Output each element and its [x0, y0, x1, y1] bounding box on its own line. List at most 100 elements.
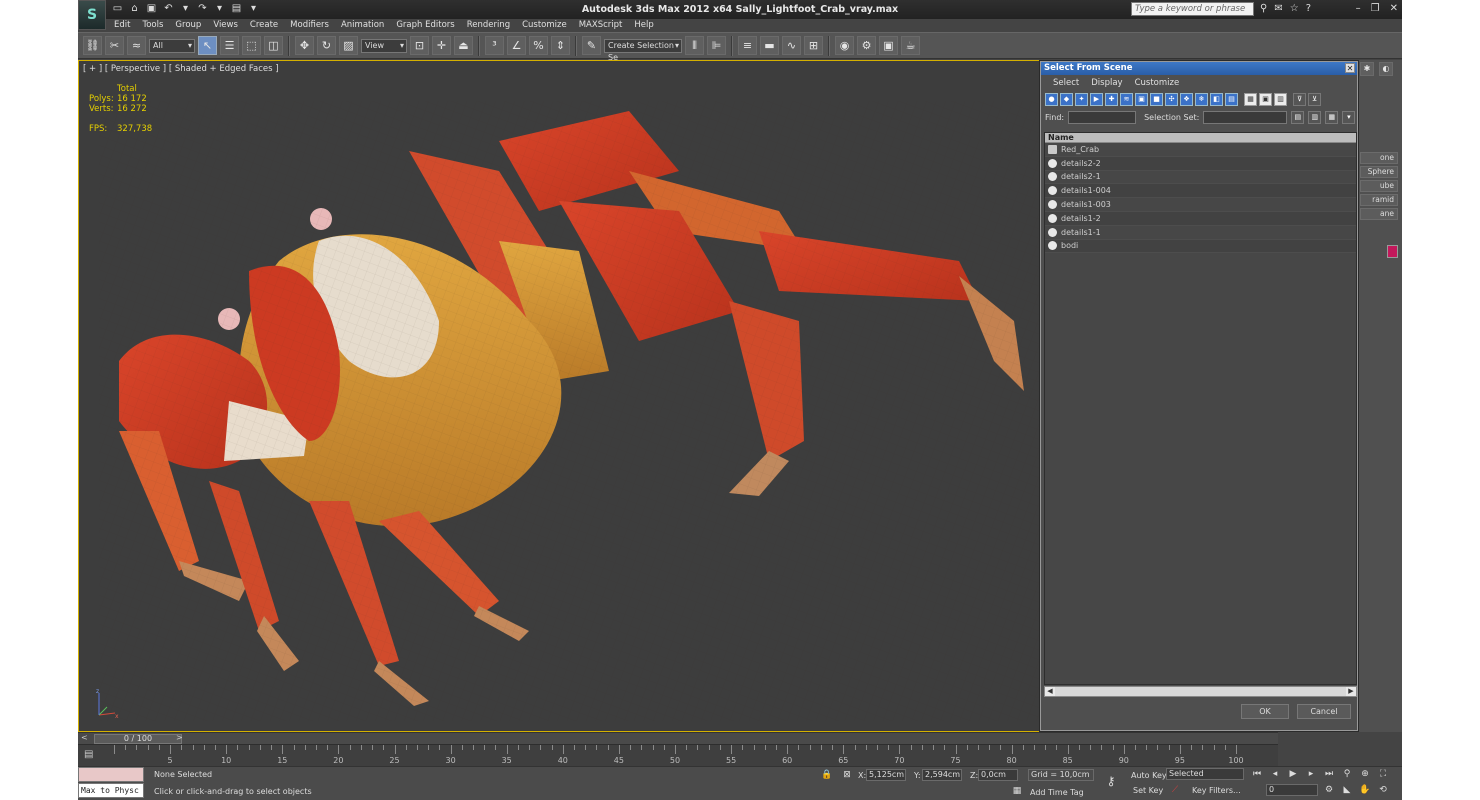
create-cone-button[interactable]: one — [1360, 152, 1398, 164]
column-header-name[interactable]: Name — [1045, 133, 1356, 143]
display-space-warps-icon[interactable]: ≋ — [1120, 93, 1133, 106]
undo-icon[interactable]: ↶ — [163, 3, 174, 14]
display-none-icon[interactable]: ▦ — [1244, 93, 1257, 106]
display-frozen-icon[interactable]: ❄ — [1195, 93, 1208, 106]
binoculars-icon[interactable]: ⚲ — [1260, 3, 1267, 14]
list-item[interactable]: details1-004 — [1045, 184, 1356, 199]
create-tube-button[interactable]: ube — [1360, 180, 1398, 192]
display-groups-icon[interactable]: ▣ — [1135, 93, 1148, 106]
display-xrefs-icon[interactable]: ■ — [1150, 93, 1163, 106]
next-frame-icon[interactable]: ▸ — [1304, 768, 1318, 780]
filter-icon[interactable]: ⊽ — [1293, 93, 1306, 106]
selection-set-select[interactable] — [1203, 110, 1288, 124]
menu-animation[interactable]: Animation — [335, 19, 390, 32]
time-slider-next-icon[interactable]: > — [176, 733, 183, 742]
minimize-icon[interactable]: – — [1356, 3, 1361, 14]
pivot-center-icon[interactable]: ⊡ — [410, 36, 429, 55]
rendered-frame-window-icon[interactable]: ▣ — [879, 36, 898, 55]
selection-lock-icon[interactable]: 🔒 — [820, 769, 834, 781]
align-icon[interactable]: ⊫ — [707, 36, 726, 55]
auto-key-button[interactable]: Auto Key — [1131, 771, 1167, 780]
time-slider-thumb[interactable]: 0 / 100 — [94, 734, 182, 744]
set-key-icon[interactable]: ⚷ — [1104, 775, 1118, 787]
app-logo-button[interactable]: S — [78, 0, 106, 30]
ok-button[interactable]: OK — [1241, 704, 1289, 719]
modify-tab-icon[interactable]: ◐ — [1379, 62, 1393, 76]
curve-editor-icon[interactable]: ∿ — [782, 36, 801, 55]
list-item[interactable]: details1-003 — [1045, 198, 1356, 212]
bind-space-warp-icon[interactable]: ≈ — [127, 36, 146, 55]
open-file-icon[interactable]: ⌂ — [129, 3, 140, 14]
menu-tools[interactable]: Tools — [136, 19, 169, 32]
dialog-menu-customize[interactable]: Customize — [1131, 78, 1184, 88]
search-input[interactable]: Type a keyword or phrase — [1131, 2, 1254, 16]
display-bones-icon[interactable]: ✣ — [1165, 93, 1178, 106]
play-icon[interactable]: ▶ — [1286, 768, 1300, 780]
redo-icon[interactable]: ↷ — [197, 3, 208, 14]
select-and-manipulate-icon[interactable]: ✛ — [432, 36, 451, 55]
track-bar-menu-icon[interactable]: ▤ — [84, 749, 98, 761]
advanced-filter-icon[interactable]: ⊻ — [1308, 93, 1321, 106]
selection-set-add-icon[interactable]: ▤ — [1291, 110, 1305, 124]
redo-dropdown-icon[interactable]: ▾ — [214, 3, 225, 14]
menu-create[interactable]: Create — [244, 19, 284, 32]
list-item[interactable]: details2-1 — [1045, 171, 1356, 185]
display-all-icon[interactable]: ▤ — [1225, 93, 1238, 106]
select-object-icon[interactable]: ↖ — [198, 36, 217, 55]
customize-quick-access-icon[interactable]: ▾ — [248, 3, 259, 14]
go-to-end-icon[interactable]: ⏭ — [1322, 768, 1336, 780]
x-coordinate-field[interactable]: 5,125cm — [866, 769, 906, 781]
add-time-tag-button[interactable]: Add Time Tag — [1030, 788, 1084, 797]
dialog-options-icon[interactable]: ▾ — [1342, 110, 1356, 124]
angle-snap-icon[interactable]: ∠ — [507, 36, 526, 55]
unlink-icon[interactable]: ✂ — [105, 36, 124, 55]
scale-icon[interactable]: ▨ — [339, 36, 358, 55]
snaps-toggle-icon[interactable]: ³ — [485, 36, 504, 55]
set-key-button[interactable]: Set Key — [1133, 786, 1163, 795]
rotate-icon[interactable]: ↻ — [317, 36, 336, 55]
pan-view-icon[interactable]: ✋ — [1358, 784, 1372, 796]
display-cameras-icon[interactable]: ▶ — [1090, 93, 1103, 106]
menu-help[interactable]: Help — [628, 19, 659, 32]
perspective-viewport[interactable]: [ + ] [ Perspective ] [ Shaded + Edged F… — [78, 60, 1040, 732]
previous-frame-icon[interactable]: ◂ — [1268, 768, 1282, 780]
current-frame-field[interactable]: 0 — [1266, 784, 1318, 796]
maxscript-listener-field[interactable] — [78, 767, 144, 782]
new-file-icon[interactable]: ▭ — [112, 3, 123, 14]
reference-coordinate-select[interactable]: View — [361, 38, 407, 53]
selection-set-remove-icon[interactable]: ▥ — [1308, 110, 1322, 124]
scroll-right-icon[interactable]: ▶ — [1346, 687, 1356, 696]
display-containers-icon[interactable]: ❖ — [1180, 93, 1193, 106]
display-invert-icon[interactable]: ▣ — [1259, 93, 1272, 106]
menu-rendering[interactable]: Rendering — [461, 19, 516, 32]
display-children-icon[interactable]: ▥ — [1274, 93, 1287, 106]
key-selection-select[interactable]: Selected — [1166, 768, 1244, 780]
favorites-star-icon[interactable]: ☆ — [1290, 3, 1299, 14]
time-slider-prev-icon[interactable]: < — [81, 733, 88, 742]
cancel-button[interactable]: Cancel — [1297, 704, 1351, 719]
create-tab-icon[interactable]: ✱ — [1360, 62, 1374, 76]
y-coordinate-field[interactable]: 2,594cm — [922, 769, 962, 781]
list-horizontal-scrollbar[interactable]: ◀ ▶ — [1044, 686, 1357, 697]
menu-group[interactable]: Group — [169, 19, 207, 32]
close-icon[interactable]: ✕ — [1390, 3, 1398, 14]
object-color-swatch[interactable] — [1387, 245, 1398, 258]
project-folder-icon[interactable]: ▤ — [231, 3, 242, 14]
list-item[interactable]: bodi — [1045, 239, 1356, 254]
display-hidden-icon[interactable]: ◧ — [1210, 93, 1223, 106]
list-item[interactable]: details2-2 — [1045, 156, 1356, 171]
edit-named-selection-icon[interactable]: ✎ — [582, 36, 601, 55]
orbit-icon[interactable]: ⟲ — [1376, 784, 1390, 796]
time-configuration-icon[interactable]: ⚙ — [1322, 784, 1336, 796]
select-by-name-icon[interactable]: ☰ — [220, 36, 239, 55]
percent-snap-icon[interactable]: % — [529, 36, 548, 55]
move-icon[interactable]: ✥ — [295, 36, 314, 55]
undo-dropdown-icon[interactable]: ▾ — [180, 3, 191, 14]
menu-graph-editors[interactable]: Graph Editors — [390, 19, 460, 32]
selection-filter-select[interactable]: All — [149, 38, 195, 53]
schematic-view-icon[interactable]: ⊞ — [804, 36, 823, 55]
graphite-ribbon-icon[interactable]: ▬ — [760, 36, 779, 55]
menu-edit[interactable]: Edit — [108, 19, 136, 32]
scroll-left-icon[interactable]: ◀ — [1045, 687, 1055, 696]
render-production-icon[interactable]: ☕ — [901, 36, 920, 55]
